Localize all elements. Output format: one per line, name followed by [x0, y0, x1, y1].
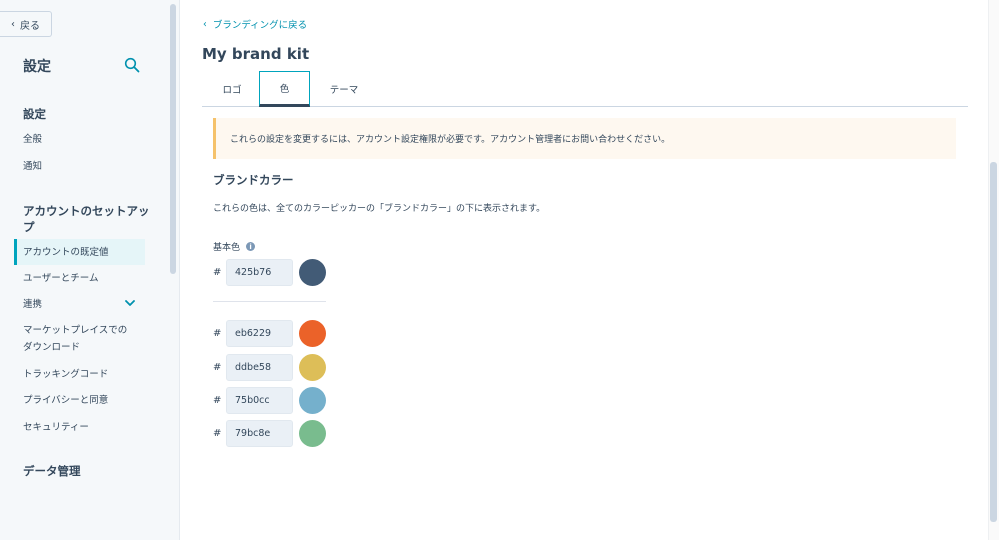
sidebar-scrollbar[interactable] [170, 4, 176, 274]
page-title: My brand kit [202, 45, 310, 63]
permission-alert: これらの設定を変更するには、アカウント設定権限が必要です。アカウント管理者にお問… [213, 118, 956, 159]
color-row: # [213, 319, 326, 347]
sidebar-item-users-teams[interactable]: ユーザーとチーム [14, 270, 145, 287]
sidebar-section-account-setup: アカウントのセットアップ [23, 204, 150, 234]
back-button[interactable]: ‹ 戻る [0, 11, 52, 37]
color-row: # [213, 353, 326, 381]
sidebar-item-general[interactable]: 全般 [14, 131, 145, 148]
settings-sidebar: ‹ 戻る 設定 設定 全般 通知 アカウントのセットアップ アカウントの既定値 … [0, 0, 180, 540]
color-row: # [213, 386, 326, 414]
color-swatch[interactable] [299, 353, 326, 381]
sidebar-item-notifications[interactable]: 通知 [14, 158, 145, 175]
color-input[interactable] [226, 353, 293, 381]
sidebar-item-security[interactable]: セキュリティー [14, 419, 145, 436]
tab-colors[interactable]: 色 [259, 71, 310, 107]
color-row: # [213, 419, 326, 447]
hash-label: # [213, 361, 222, 373]
color-row-primary: # [213, 258, 326, 286]
breadcrumb[interactable]: ‹ ブランディングに戻る [203, 17, 308, 32]
tab-theme[interactable]: テーマ [310, 71, 378, 107]
primary-color-swatch[interactable] [299, 258, 326, 286]
search-icon[interactable] [124, 57, 140, 73]
tab-bar: ロゴ 色 テーマ [202, 71, 968, 107]
color-swatch[interactable] [299, 319, 326, 347]
chevron-left-icon: ‹ [11, 18, 15, 30]
hash-label: # [213, 427, 222, 439]
chevron-down-icon[interactable] [124, 297, 136, 309]
chevron-left-icon: ‹ [203, 18, 207, 30]
primary-color-input[interactable] [226, 258, 293, 286]
info-icon[interactable]: i [246, 242, 256, 251]
brand-colors-heading: ブランドカラー [213, 173, 294, 187]
brand-colors-description: これらの色は、全てのカラーピッカーの「ブランドカラー」の下に表示されます。 [213, 204, 546, 214]
color-input[interactable] [226, 319, 293, 347]
main-scrollbar[interactable] [990, 162, 997, 522]
divider [213, 301, 326, 302]
back-button-label: 戻る [20, 20, 40, 32]
primary-color-label-text: 基本色 [213, 243, 241, 253]
hash-label: # [213, 394, 222, 406]
sidebar-item-privacy-consent[interactable]: プライバシーと同意 [14, 392, 145, 409]
sidebar-item-tracking-code[interactable]: トラッキングコード [14, 366, 145, 383]
color-swatch[interactable] [299, 386, 326, 414]
sidebar-section-settings: 設定 [23, 107, 46, 121]
breadcrumb-label: ブランディングに戻る [212, 20, 308, 31]
color-swatch[interactable] [299, 419, 326, 447]
tab-logo[interactable]: ロゴ [204, 71, 260, 107]
hash-label: # [213, 266, 222, 278]
sidebar-title: 設定 [23, 59, 51, 75]
primary-color-label: 基本色 i [213, 240, 256, 253]
sidebar-item-marketplace-downloads[interactable]: マーケットプレイスでのダウンロード [14, 322, 134, 356]
sidebar-section-data-management: データ管理 [23, 464, 81, 478]
color-input[interactable] [226, 419, 293, 447]
hash-label: # [213, 327, 222, 339]
color-input[interactable] [226, 386, 293, 414]
sidebar-item-account-defaults[interactable]: アカウントの既定値 [14, 239, 145, 265]
main-content: ‹ ブランディングに戻る My brand kit ロゴ 色 テーマ これらの設… [181, 0, 1000, 540]
